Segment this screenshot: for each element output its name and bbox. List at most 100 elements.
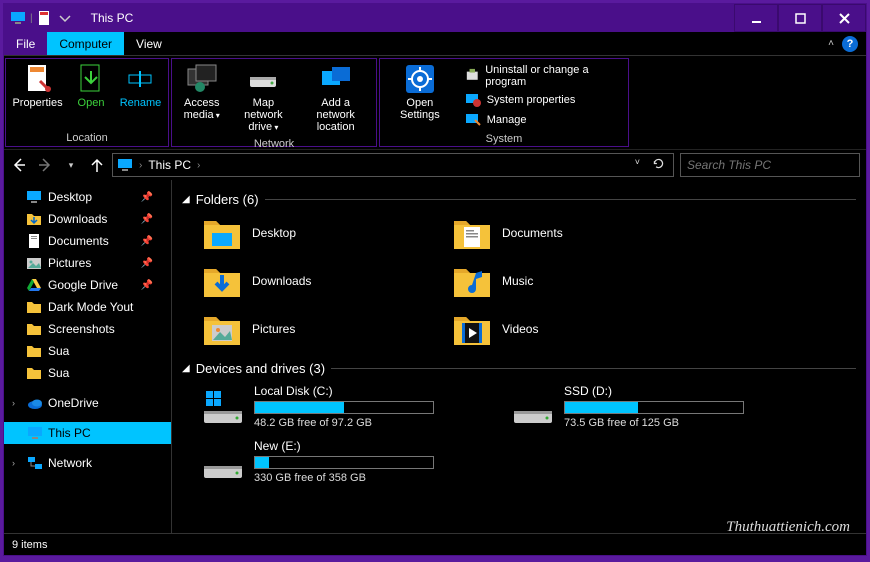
folder-music[interactable]: Music [452, 263, 692, 299]
folders-header[interactable]: ◢ Folders (6) [182, 192, 856, 207]
sidebar-item-sua[interactable]: Sua [4, 362, 171, 384]
titlebar: | This PC [4, 4, 866, 32]
network-icon [27, 455, 43, 471]
drives-collapse-icon[interactable]: ◢ [182, 363, 190, 374]
onedrive-icon [27, 395, 43, 411]
addr-dropdown-icon[interactable]: ˅ [635, 157, 640, 173]
sidebar-item-google-drive[interactable]: Google Drive📌 [4, 274, 171, 296]
recent-dropdown[interactable]: ▾ [62, 156, 80, 174]
sidebar-item-onedrive[interactable]: ›OneDrive [4, 392, 171, 414]
explorer-window: | This PC File Computer View ˄ ? [3, 3, 867, 556]
folder-icon [202, 215, 242, 251]
ribbon: Properties Open Rename Location Access m… [4, 56, 866, 150]
search-box[interactable] [680, 153, 860, 177]
expand-icon[interactable]: › [12, 398, 22, 408]
usage-bar [254, 456, 434, 469]
drives-grid: Local Disk (C:)48.2 GB free of 97.2 GBSS… [182, 384, 856, 484]
pc-icon [27, 425, 43, 441]
tab-file[interactable]: File [4, 32, 47, 55]
close-button[interactable] [822, 4, 866, 32]
folder-icon [202, 311, 242, 347]
pin-icon: 📌 [141, 214, 153, 225]
drive-icon [247, 63, 279, 95]
folder-documents[interactable]: Documents [452, 215, 692, 251]
pc-icon [10, 10, 26, 26]
status-bar: 9 items [4, 533, 866, 555]
drive-new-e-[interactable]: New (E:)330 GB free of 358 GB [202, 439, 502, 484]
back-button[interactable] [10, 156, 28, 174]
refresh-icon[interactable] [652, 157, 665, 173]
documents-icon [26, 233, 42, 249]
uninstall-button[interactable]: Uninstall or change a program [462, 63, 622, 89]
folder-desktop[interactable]: Desktop [202, 215, 442, 251]
net-location-icon [320, 63, 352, 95]
sidebar-item-dark-mode-yout[interactable]: Dark Mode Yout [4, 296, 171, 318]
folder-icon [26, 321, 42, 337]
usage-bar [254, 401, 434, 414]
forward-button[interactable] [36, 156, 54, 174]
system-props-button[interactable]: System properties [462, 91, 622, 109]
maximize-button[interactable] [778, 4, 822, 32]
ribbon-collapse-icon[interactable]: ˄ [828, 38, 834, 49]
sidebar-item-network[interactable]: ›Network [4, 452, 171, 474]
map-drive-button[interactable]: Map network drive ▾ [231, 61, 295, 136]
sidebar-item-downloads[interactable]: Downloads📌 [4, 208, 171, 230]
expand-icon[interactable]: › [12, 458, 22, 468]
window-controls [734, 4, 866, 32]
usage-bar [564, 401, 744, 414]
open-button[interactable]: Open [69, 61, 113, 111]
drive-local-disk-c-[interactable]: Local Disk (C:)48.2 GB free of 97.2 GB [202, 384, 502, 429]
nav-tree: Desktop📌Downloads📌Documents📌Pictures📌Goo… [4, 180, 172, 533]
minimize-button[interactable] [734, 4, 778, 32]
tab-computer[interactable]: Computer [47, 32, 124, 55]
folders-grid: Desktop Documents Downloads Music Pictures Vi… [182, 215, 856, 347]
pin-icon: 📌 [141, 258, 153, 269]
folder-icon [202, 263, 242, 299]
up-button[interactable] [88, 156, 106, 174]
manage-button[interactable]: Manage [462, 111, 622, 129]
folder-videos[interactable]: Videos [452, 311, 692, 347]
rename-button[interactable]: Rename [117, 61, 164, 111]
sidebar-item-thispc[interactable]: This PC [4, 422, 171, 444]
media-icon [186, 63, 218, 95]
props-qat-icon[interactable] [37, 10, 53, 26]
open-settings-button[interactable]: Open Settings [384, 61, 456, 123]
access-media-button[interactable]: Access media ▾ [176, 61, 227, 124]
drive-icon [202, 444, 244, 480]
address-bar[interactable]: › This PC › ˅ [112, 153, 674, 177]
pin-icon: 📌 [141, 236, 153, 247]
addr-pc-icon [117, 157, 133, 173]
drives-header[interactable]: ◢ Devices and drives (3) [182, 361, 856, 376]
folders-collapse-icon[interactable]: ◢ [182, 194, 190, 205]
help-icon[interactable]: ? [842, 36, 858, 52]
uninstall-icon [465, 68, 480, 84]
nav-row: ▾ › This PC › ˅ [4, 150, 866, 180]
folder-downloads[interactable]: Downloads [202, 263, 442, 299]
add-location-button[interactable]: Add a network location [299, 61, 372, 135]
tab-view[interactable]: View [124, 32, 174, 55]
breadcrumb[interactable]: This PC [148, 158, 191, 172]
sidebar-item-screenshots[interactable]: Screenshots [4, 318, 171, 340]
watermark: Thuthuattienich.com [726, 519, 850, 536]
sidebar-item-documents[interactable]: Documents📌 [4, 230, 171, 252]
folder-icon [452, 263, 492, 299]
properties-icon [22, 63, 54, 95]
properties-button[interactable]: Properties [10, 61, 65, 111]
qat: | [4, 10, 79, 26]
sidebar-item-pictures[interactable]: Pictures📌 [4, 252, 171, 274]
search-input[interactable] [687, 158, 853, 172]
folder-pictures[interactable]: Pictures [202, 311, 442, 347]
sysprops-icon [465, 92, 481, 108]
ribbon-group-location: Properties Open Rename Location [5, 58, 169, 147]
pin-icon: 📌 [141, 280, 153, 291]
ribbon-tabs: File Computer View ˄ ? [4, 32, 866, 56]
qat-dropdown-icon[interactable] [57, 10, 73, 26]
sidebar-item-desktop[interactable]: Desktop📌 [4, 186, 171, 208]
folder-icon [26, 365, 42, 381]
content-pane: ◢ Folders (6) Desktop Documents Downloads M… [172, 180, 866, 533]
open-icon [75, 63, 107, 95]
sidebar-item-sua[interactable]: Sua [4, 340, 171, 362]
pin-icon: 📌 [141, 192, 153, 203]
drive-ssd-d-[interactable]: SSD (D:)73.5 GB free of 125 GB [512, 384, 812, 429]
folder-icon [26, 299, 42, 315]
